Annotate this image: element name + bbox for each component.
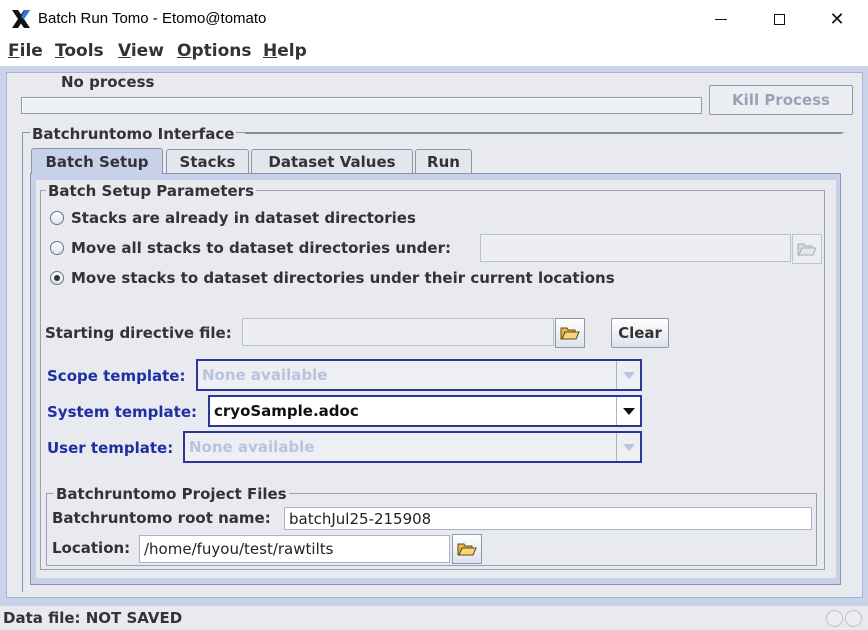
menu-tools[interactable]: Tools: [55, 41, 104, 61]
location-browse-button[interactable]: [452, 534, 482, 564]
radio-label: Move all stacks to dataset directories u…: [71, 239, 451, 257]
chevron-down-icon[interactable]: [616, 361, 640, 389]
status-bar: Data file: NOT SAVED: [0, 606, 868, 630]
project-files-group-title: Batchruntomo Project Files: [54, 485, 289, 503]
tab-stacks[interactable]: Stacks: [166, 149, 249, 173]
root-name-label: Batchruntomo root name:: [52, 509, 271, 527]
ime-icon: [826, 610, 843, 627]
folder-open-icon: [797, 243, 817, 256]
minimize-button[interactable]: [692, 0, 750, 38]
window-title: Batch Run Tomo - Etomo@tomato: [38, 10, 267, 27]
close-icon: ✕: [829, 8, 845, 30]
system-template-label: System template:: [47, 403, 198, 421]
radio-move-all-stacks[interactable]: Move all stacks to dataset directories u…: [50, 239, 451, 257]
close-button[interactable]: ✕: [808, 0, 866, 38]
user-template-select[interactable]: None available: [183, 431, 642, 463]
maximize-button[interactable]: [750, 0, 808, 38]
menu-help[interactable]: Help: [263, 41, 307, 61]
menu-file[interactable]: File: [8, 41, 43, 61]
move-all-browse-button[interactable]: [792, 234, 822, 264]
folder-open-icon: [560, 327, 580, 340]
starting-directive-label: Starting directive file:: [45, 324, 232, 342]
kill-process-button[interactable]: Kill Process: [709, 85, 853, 115]
batch-setup-group-title: Batch Setup Parameters: [46, 182, 257, 200]
system-template-select[interactable]: cryoSample.adoc: [208, 395, 642, 427]
chevron-down-icon[interactable]: [616, 397, 640, 425]
location-label: Location:: [52, 539, 131, 557]
move-all-path-input[interactable]: [480, 234, 791, 262]
starting-directive-browse-button[interactable]: [555, 318, 585, 348]
menu-bar: File Tools View Options Help: [0, 38, 868, 66]
interface-group-rule: [245, 132, 842, 134]
user-template-label: User template:: [47, 439, 174, 457]
scope-template-select[interactable]: None available: [196, 359, 642, 391]
interface-group-title: Batchruntomo Interface: [30, 125, 237, 143]
tab-dataset-values[interactable]: Dataset Values: [251, 149, 413, 173]
root-name-input[interactable]: [284, 507, 812, 530]
title-bar: Batch Run Tomo - Etomo@tomato ✕: [0, 0, 868, 38]
tab-batch-setup[interactable]: Batch Setup: [31, 148, 163, 174]
menu-view[interactable]: View: [118, 41, 164, 61]
ime-mode-icon: [845, 610, 862, 627]
progress-bar: [21, 97, 702, 114]
tab-run[interactable]: Run: [415, 149, 472, 173]
radio-move-current-locations[interactable]: Move stacks to dataset directories under…: [50, 269, 615, 287]
x-logo-icon: [12, 10, 30, 28]
data-file-status: Data file: NOT SAVED: [3, 609, 183, 627]
radio-button-selected[interactable]: [50, 271, 64, 285]
scope-template-label: Scope template:: [47, 367, 186, 385]
status-icons: [826, 610, 862, 627]
radio-stacks-in-dirs[interactable]: Stacks are already in dataset directorie…: [50, 209, 416, 227]
clear-button[interactable]: Clear: [611, 318, 669, 348]
starting-directive-input[interactable]: [242, 318, 554, 346]
minimize-icon: [715, 19, 727, 20]
chevron-down-icon[interactable]: [616, 433, 640, 461]
radio-label: Move stacks to dataset directories under…: [71, 269, 615, 287]
folder-open-icon: [457, 543, 477, 556]
process-status: No process: [61, 73, 155, 91]
location-input[interactable]: [139, 535, 450, 563]
menu-options[interactable]: Options: [177, 41, 251, 61]
radio-button[interactable]: [50, 211, 64, 225]
radio-label: Stacks are already in dataset directorie…: [71, 209, 416, 227]
maximize-icon: [773, 13, 785, 25]
radio-button[interactable]: [50, 241, 64, 255]
